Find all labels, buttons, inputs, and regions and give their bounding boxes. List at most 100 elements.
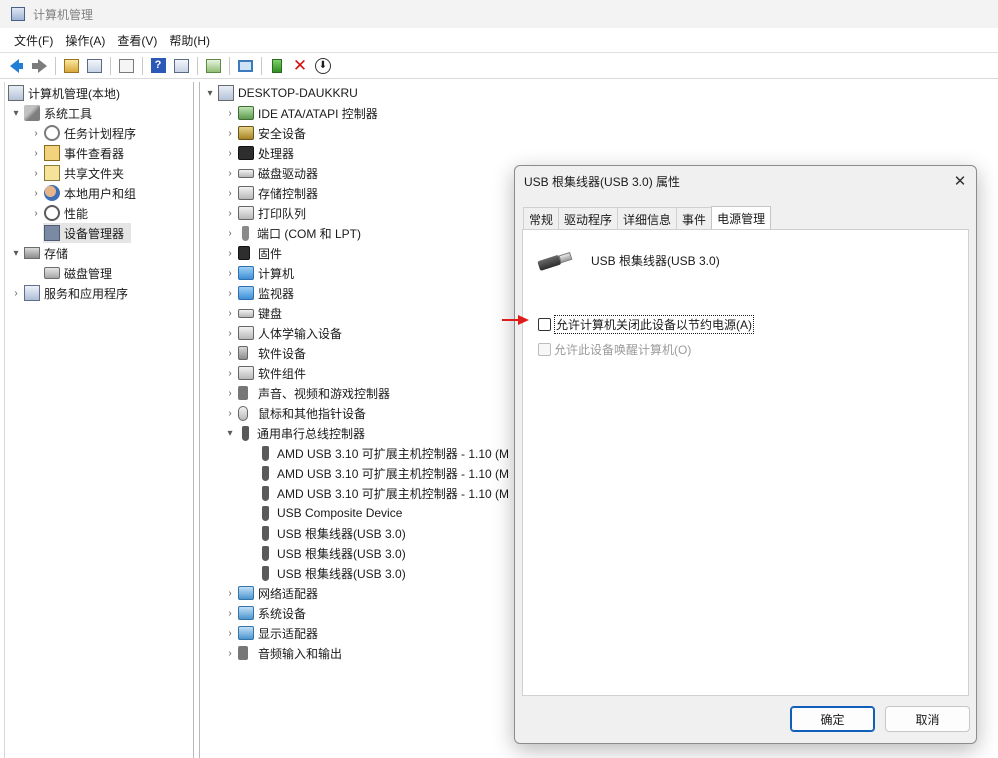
chevron-down-icon[interactable]: ▾ (10, 248, 22, 259)
back-arrow-icon[interactable] (6, 56, 26, 76)
tab-general[interactable]: 常规 (523, 207, 560, 230)
tree-item-system-devices[interactable]: › 系统设备 (224, 603, 306, 623)
chevron-right-icon[interactable]: › (224, 108, 236, 119)
tab-driver[interactable]: 驱动程序 (558, 207, 619, 230)
help-icon[interactable]: ? (148, 56, 168, 76)
tree-item-firmware[interactable]: › 固件 (224, 243, 282, 263)
tree-item-usb-device[interactable]: AMD USB 3.10 可扩展主机控制器 - 1.10 (M (256, 443, 509, 463)
chevron-right-icon[interactable]: › (224, 628, 236, 639)
tree-item-software-devices[interactable]: › 软件设备 (224, 343, 306, 363)
tree-item-audio-io[interactable]: › 音频输入和输出 (224, 643, 342, 663)
tree-item-disk-drives[interactable]: › 磁盘驱动器 (224, 163, 318, 183)
tree-item-shared-folders[interactable]: › 共享文件夹 (30, 163, 124, 183)
chevron-right-icon[interactable]: › (30, 208, 42, 219)
up-folder-icon[interactable] (61, 56, 81, 76)
chevron-right-icon[interactable]: › (30, 128, 42, 139)
chevron-right-icon[interactable]: › (224, 308, 236, 319)
action-pane-icon[interactable] (171, 56, 191, 76)
menu-view[interactable]: 查看(V) (111, 32, 163, 49)
chevron-down-icon[interactable]: ▾ (204, 88, 216, 99)
tree-item-performance[interactable]: › 性能 (30, 203, 88, 223)
chevron-right-icon[interactable]: › (30, 148, 42, 159)
chevron-right-icon[interactable]: › (224, 228, 236, 239)
tree-item-disk-management[interactable]: 磁盘管理 (42, 263, 112, 283)
chevron-right-icon[interactable]: › (224, 268, 236, 279)
chevron-right-icon[interactable]: › (30, 188, 42, 199)
tree-item-computer[interactable]: › 计算机 (224, 263, 294, 283)
tree-item-sound-video[interactable]: › 声音、视频和游戏控制器 (224, 383, 390, 403)
menu-file[interactable]: 文件(F) (8, 32, 59, 49)
chevron-right-icon[interactable]: › (224, 328, 236, 339)
tree-item-storage-controllers[interactable]: › 存储控制器 (224, 183, 318, 203)
chevron-right-icon[interactable]: › (224, 128, 236, 139)
tab-details[interactable]: 详细信息 (617, 207, 678, 230)
tree-item-usb-device[interactable]: AMD USB 3.10 可扩展主机控制器 - 1.10 (M (256, 483, 509, 503)
menu-help[interactable]: 帮助(H) (163, 32, 216, 49)
tree-item-display-adapters[interactable]: › 显示适配器 (224, 623, 318, 643)
chevron-right-icon[interactable]: › (224, 648, 236, 659)
tree-item-ide-controllers[interactable]: › IDE ATA/ATAPI 控制器 (224, 103, 378, 123)
ok-button[interactable]: 确定 (790, 706, 875, 732)
chevron-down-icon[interactable]: ▾ (224, 428, 236, 439)
tree-item-processors[interactable]: › 处理器 (224, 143, 294, 163)
tab-power-management[interactable]: 电源管理 (711, 206, 772, 230)
chevron-right-icon[interactable]: › (224, 148, 236, 159)
tree-item-storage[interactable]: ▾ 存储 (10, 243, 68, 263)
tree-item-security-devices[interactable]: › 安全设备 (224, 123, 306, 143)
tree-item-network-adapters[interactable]: › 网络适配器 (224, 583, 318, 603)
properties-icon[interactable] (116, 56, 136, 76)
tree-item-computer-management[interactable]: 计算机管理(本地) (6, 83, 120, 103)
tree-item-local-users[interactable]: › 本地用户和组 (30, 183, 136, 203)
tree-item-system-tools[interactable]: ▾ 系统工具 (10, 103, 92, 123)
allow-turn-off-option[interactable]: 允许计算机关闭此设备以节约电源(A) (538, 314, 754, 334)
chevron-right-icon[interactable]: › (224, 348, 236, 359)
chevron-right-icon[interactable]: › (224, 608, 236, 619)
tree-item-usb-device[interactable]: AMD USB 3.10 可扩展主机控制器 - 1.10 (M (256, 463, 509, 483)
tree-label: 人体学输入设备 (258, 326, 343, 341)
enable-device-icon[interactable] (267, 56, 287, 76)
disable-device-icon[interactable]: ⬇ (313, 56, 333, 76)
uninstall-device-icon[interactable]: ✕ (290, 56, 310, 76)
chevron-right-icon[interactable]: › (224, 188, 236, 199)
allow-turn-off-label[interactable]: 允许计算机关闭此设备以节约电源(A) (554, 314, 754, 334)
chevron-right-icon[interactable]: › (224, 368, 236, 379)
tree-item-usb-controllers[interactable]: ▾ 通用串行总线控制器 (224, 423, 365, 443)
tree-item-usb-device[interactable]: USB 根集线器(USB 3.0) (256, 523, 406, 543)
tree-item-computer-root[interactable]: ▾ DESKTOP-DAUKKRU (204, 83, 358, 103)
chevron-right-icon[interactable]: › (224, 388, 236, 399)
close-icon[interactable]: ✕ (944, 166, 976, 196)
chevron-right-icon[interactable]: › (224, 208, 236, 219)
tree-item-usb-device[interactable]: USB Composite Device (256, 503, 402, 523)
chevron-right-icon[interactable]: › (224, 588, 236, 599)
allow-turn-off-checkbox[interactable] (538, 317, 551, 331)
scan-hardware-icon[interactable] (235, 56, 255, 76)
chevron-right-icon[interactable]: › (30, 168, 42, 179)
disk-drive-icon (238, 168, 254, 178)
chevron-right-icon[interactable]: › (224, 288, 236, 299)
chevron-right-icon[interactable]: › (10, 288, 22, 299)
usb-icon (262, 565, 269, 581)
tree-item-device-manager[interactable]: 设备管理器 (42, 223, 124, 243)
tree-item-print-queues[interactable]: › 打印队列 (224, 203, 306, 223)
export-icon[interactable] (203, 56, 223, 76)
tree-item-software-components[interactable]: › 软件组件 (224, 363, 306, 383)
tree-item-ports[interactable]: › 端口 (COM 和 LPT) (224, 223, 361, 243)
tree-item-monitors[interactable]: › 监视器 (224, 283, 294, 303)
chevron-down-icon[interactable]: ▾ (10, 108, 22, 119)
tree-item-hid[interactable]: › 人体学输入设备 (224, 323, 342, 343)
chevron-right-icon[interactable]: › (224, 168, 236, 179)
menu-action[interactable]: 操作(A) (59, 32, 111, 49)
tree-item-usb-device[interactable]: USB 根集线器(USB 3.0) (256, 543, 406, 563)
chevron-right-icon[interactable]: › (224, 248, 236, 259)
tree-item-usb-device[interactable]: USB 根集线器(USB 3.0) (256, 563, 406, 583)
tree-item-keyboards[interactable]: › 键盘 (224, 303, 282, 323)
forward-arrow-icon[interactable] (29, 56, 49, 76)
tab-events[interactable]: 事件 (676, 207, 713, 230)
chevron-right-icon[interactable]: › (224, 408, 236, 419)
tree-item-event-viewer[interactable]: › 事件查看器 (30, 143, 124, 163)
cancel-button[interactable]: 取消 (885, 706, 970, 732)
tree-item-task-scheduler[interactable]: › 任务计划程序 (30, 123, 136, 143)
tree-item-mice[interactable]: › 鼠标和其他指针设备 (224, 403, 366, 423)
tree-item-services-apps[interactable]: › 服务和应用程序 (10, 283, 128, 303)
show-hide-tree-icon[interactable] (84, 56, 104, 76)
